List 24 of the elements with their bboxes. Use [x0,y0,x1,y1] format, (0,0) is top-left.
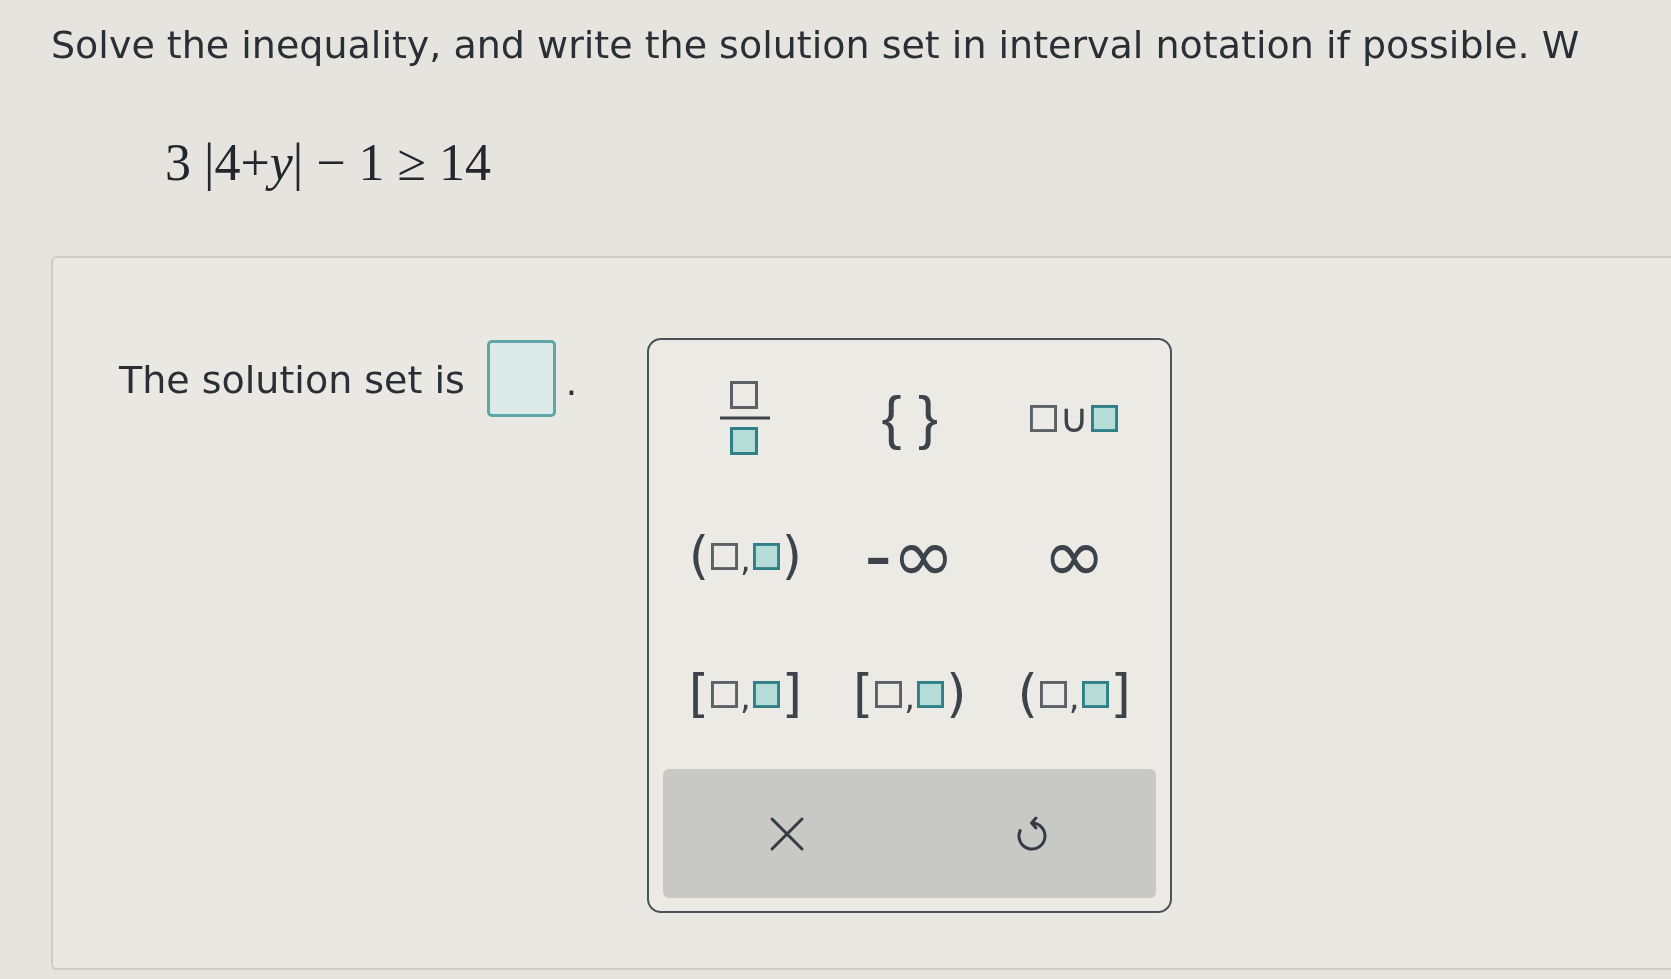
interval-key[interactable]: [ , ) [845,659,975,729]
filled-square-icon [1090,404,1118,432]
question-prompt: Solve the inequality, and write the solution set in interval notation if possible. W [51,22,1580,68]
filled-square-icon [1081,680,1109,708]
braces-key[interactable]: { } [873,379,947,457]
solution-label: The solution set is [119,356,465,403]
empty-square-icon [711,680,739,708]
filled-square-icon [752,542,780,570]
interval-key[interactable]: [ , ] [680,659,811,729]
interval-key[interactable]: ( , ] [1009,659,1139,729]
filled-square-icon [917,680,945,708]
empty-square-icon [875,680,903,708]
infinity-key[interactable]: -∞ [856,515,964,597]
cross-icon [768,815,805,852]
union-key[interactable]: ∪ [1022,390,1126,446]
filled-square-icon [752,680,780,708]
interval-key[interactable]: ( , ) [680,521,811,591]
empty-square-icon [1039,680,1067,708]
sentence-period: . [565,365,578,401]
infinity-key[interactable]: ∞ [1034,515,1114,597]
fraction-template-icon [720,381,771,455]
empty-square-icon [711,542,739,570]
empty-square-icon [1030,404,1058,432]
inequality-equation: 3 |4+y| − 1 ≥ 14 [165,134,492,192]
